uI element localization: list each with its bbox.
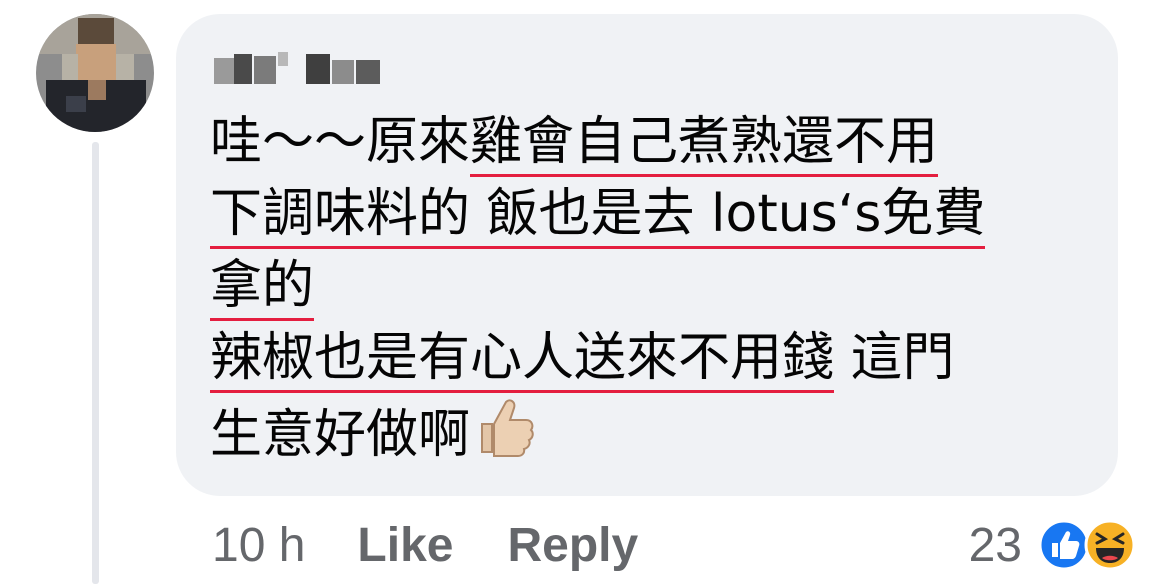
comment-line: 下調味料的 飯也是去 lotus‘s免費	[210, 178, 1090, 250]
thumbs-up-icon	[481, 399, 534, 457]
reaction-count: 23	[968, 518, 1022, 572]
comment-line: 拿的	[210, 250, 1090, 322]
comment-timestamp[interactable]: 10 h	[212, 518, 305, 573]
comment-line: 哇～～原來雞會自己煮熟還不用	[210, 106, 1090, 178]
avatar[interactable]	[36, 14, 154, 132]
author-name-blurred[interactable]	[214, 46, 382, 86]
reaction-summary[interactable]: 23	[969, 512, 1136, 578]
comment-line: 辣椒也是有心人送來不用錢 這門	[210, 322, 1090, 394]
reply-thread-line	[92, 142, 99, 584]
comment-line: 生意好做啊	[210, 394, 1090, 466]
comment-actions: 10 h Like Reply	[212, 512, 692, 578]
haha-reaction-icon	[1084, 519, 1136, 571]
like-button[interactable]: Like	[357, 518, 453, 573]
reply-button[interactable]: Reply	[507, 518, 638, 573]
like-reaction-icon	[1038, 519, 1090, 571]
comment-text: 哇～～原來雞會自己煮熟還不用 下調味料的 飯也是去 lotus‘s免費 拿的 辣…	[210, 106, 1090, 466]
